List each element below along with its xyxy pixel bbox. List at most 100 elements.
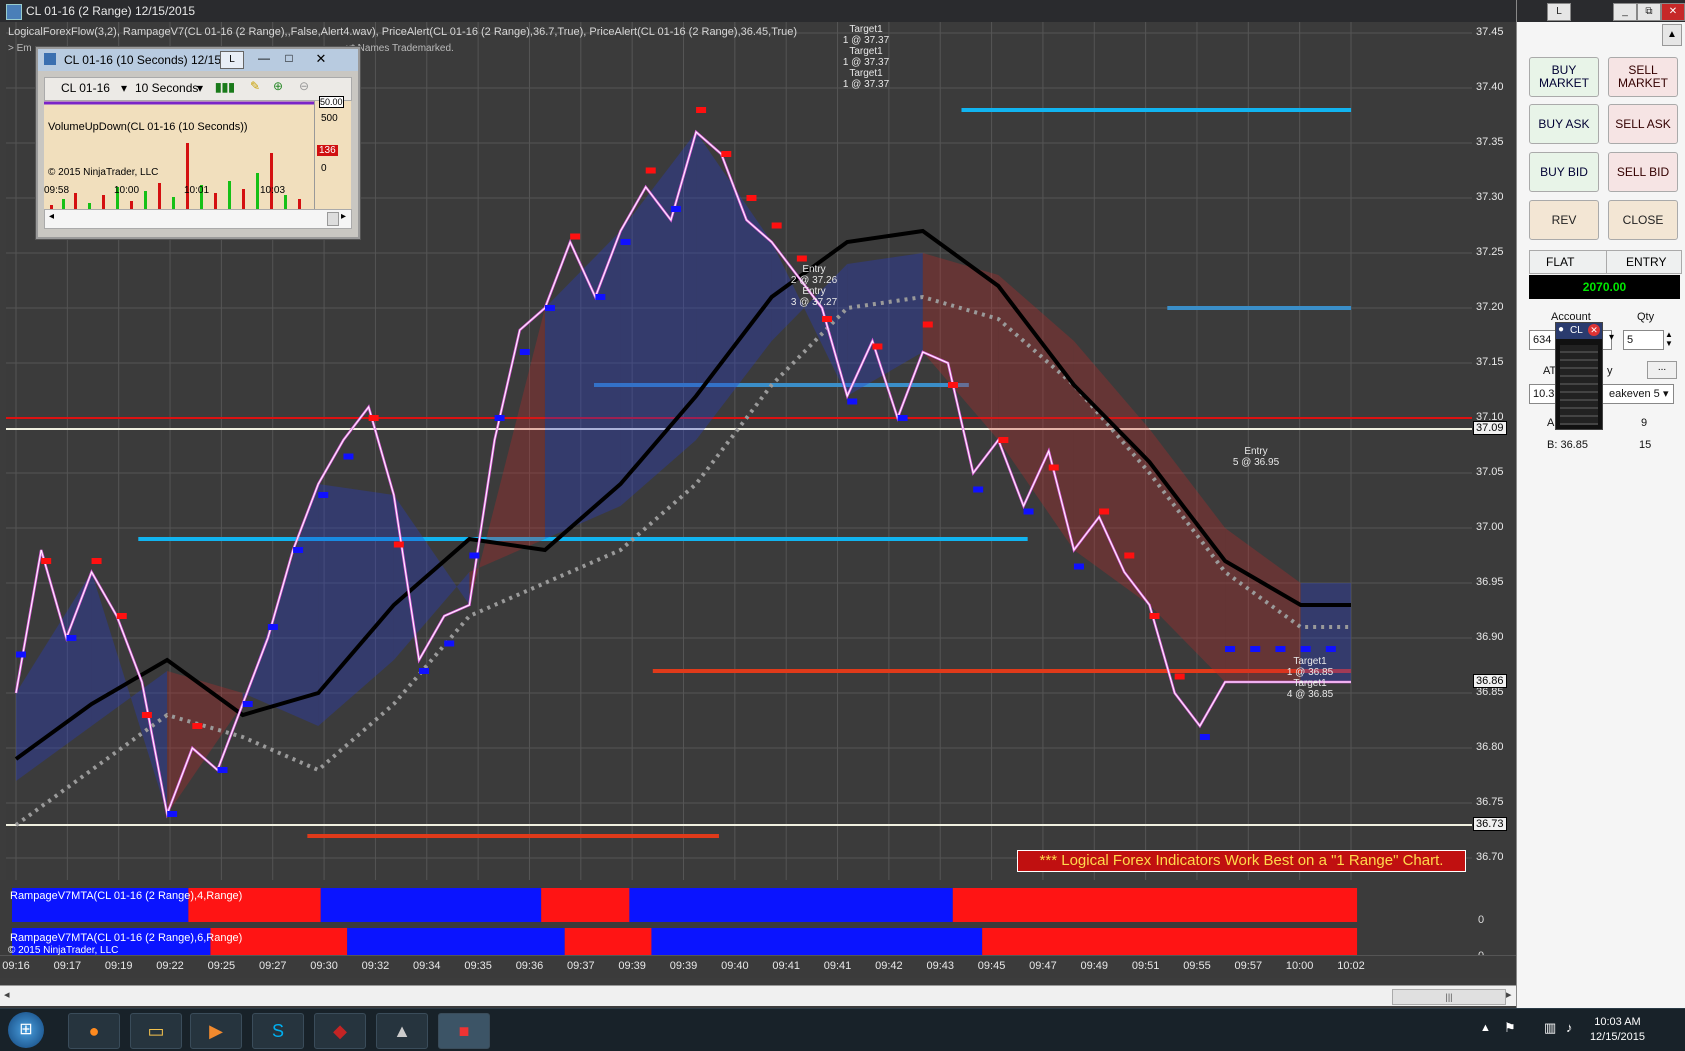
trend-dash xyxy=(822,316,833,322)
trend-dash xyxy=(393,541,404,548)
chevron-down-icon[interactable]: ▾ xyxy=(1609,332,1614,343)
info-banner: *** Logical Forex Indicators Work Best o… xyxy=(1017,850,1466,872)
trade-annotation: Entry xyxy=(802,286,825,297)
trend-dash xyxy=(872,343,883,350)
chevron-down-icon[interactable]: ▾ xyxy=(1663,385,1669,403)
scroll-right-icon[interactable]: ▸ xyxy=(1506,988,1512,1001)
maximize-icon[interactable]: □ xyxy=(278,51,300,67)
file-explorer-icon[interactable]: ▭ xyxy=(130,1013,182,1049)
price-axis[interactable]: 37.45 37.40 37.35 37.30 37.25 37.20 37.15 37.10… xyxy=(1472,22,1516,880)
atm-value: 10.3 xyxy=(1533,388,1555,400)
trade-annotation: Target1 xyxy=(849,24,883,35)
qty-stepper-icon[interactable]: ▲ ▼ xyxy=(1665,330,1673,348)
firefox-icon[interactable]: ● xyxy=(68,1013,120,1049)
buy-market-button[interactable]: BUY MARKET xyxy=(1529,57,1599,97)
clock-time: 10:03 AM xyxy=(1594,1016,1641,1028)
chevron-down-icon[interactable]: ▾ xyxy=(197,81,203,95)
app-icon-red[interactable]: ◆ xyxy=(314,1013,366,1049)
close-icon[interactable]: ✕ xyxy=(1588,324,1600,336)
taskbar-clock[interactable]: 10:03 AM 12/15/2015 xyxy=(1590,1015,1645,1045)
trend-dash xyxy=(922,321,933,328)
ribbon-fill xyxy=(91,572,168,814)
time-tick-label: 09:39 xyxy=(669,960,698,972)
trend-dash xyxy=(1073,563,1084,570)
trend-dash xyxy=(771,222,782,229)
time-tick-label: 09:27 xyxy=(258,960,287,972)
mini-chart-window[interactable]: CL 01-16 (10 Seconds) 12/15 L — □ ✕ CL 0… xyxy=(36,47,360,239)
chart-style-icon[interactable]: ▮▮▮ xyxy=(215,80,235,94)
popup-widget[interactable]: ● CL ✕ xyxy=(1555,322,1603,430)
popup-list xyxy=(1560,345,1598,425)
scroll-right-icon[interactable]: ▸ xyxy=(341,211,346,222)
volume-icon[interactable]: ♪ xyxy=(1566,1020,1573,1035)
tray-expand-icon[interactable]: ▲ xyxy=(1480,1022,1491,1034)
zoom-in-icon[interactable]: ⊕ xyxy=(273,79,283,93)
trend-dash xyxy=(1099,508,1110,515)
qty-input[interactable]: 5 xyxy=(1623,330,1664,350)
trend-dash xyxy=(519,349,530,355)
atm-options-button[interactable]: ... xyxy=(1647,361,1677,379)
interval-selector[interactable]: 10 Seconds xyxy=(135,81,198,95)
buy-ask-button[interactable]: BUY ASK xyxy=(1529,104,1599,144)
trend-dash xyxy=(973,486,984,493)
instrument-selector[interactable]: CL 01-16 xyxy=(61,81,110,95)
chevron-down-icon[interactable]: ▾ xyxy=(121,81,127,95)
start-button-icon[interactable]: ⊞ xyxy=(8,1012,44,1048)
flag-icon[interactable]: ⚑ xyxy=(1504,1020,1516,1036)
trend-dash xyxy=(1149,613,1160,619)
mini-last-value: 136 xyxy=(317,145,338,156)
zoom-out-icon[interactable]: ⊖ xyxy=(299,79,309,93)
reverse-button[interactable]: REV xyxy=(1529,200,1599,240)
price-tick-label: 36.70 xyxy=(1476,851,1504,863)
buy-bid-button[interactable]: BUY BID xyxy=(1529,152,1599,192)
price-tick-label: 37.35 xyxy=(1476,136,1504,148)
time-tick-label: 09:36 xyxy=(515,960,544,972)
mini-chart-scrollbar[interactable]: ◂ ▸ xyxy=(44,209,352,229)
time-axis[interactable]: 09:16 09:17 09:19 09:22 09:25 09:27 09:30 09:32… xyxy=(0,955,1516,978)
horizontal-scrollbar[interactable]: ◂ ||| ▸ xyxy=(0,985,1516,1006)
time-tick-label: 09:49 xyxy=(1080,960,1109,972)
price-tick-label: 36.80 xyxy=(1476,741,1504,753)
restore-button[interactable]: ⧉ xyxy=(1637,3,1661,21)
scroll-left-icon[interactable]: ◂ xyxy=(4,988,10,1001)
trend-dash xyxy=(368,415,379,421)
price-tick-label: 37.25 xyxy=(1476,246,1504,258)
sell-ask-button[interactable]: SELL ASK xyxy=(1608,104,1678,144)
time-tick-label: 09:51 xyxy=(1131,960,1160,972)
ninjatrader-icon xyxy=(6,4,22,20)
skype-icon[interactable]: S xyxy=(252,1013,304,1049)
close-icon[interactable]: ✕ xyxy=(310,51,332,67)
sell-market-button[interactable]: SELL MARKET xyxy=(1608,57,1678,97)
subpanel-block xyxy=(952,888,1358,922)
trend-dash xyxy=(242,701,253,707)
trade-annotation-detail: 5 @ 36.95 xyxy=(1233,457,1280,468)
time-tick-label: 09:17 xyxy=(53,960,82,972)
media-player-icon[interactable]: ▶ xyxy=(190,1013,242,1049)
trend-dash xyxy=(1275,646,1286,652)
bid-qty: 15 xyxy=(1639,439,1652,451)
trade-annotation-detail: 2 @ 37.26 xyxy=(791,275,838,286)
scroll-thumb[interactable]: ||| xyxy=(1392,989,1506,1005)
chevron-up-icon[interactable]: ▲ xyxy=(1662,24,1682,46)
close-button[interactable]: ✕ xyxy=(1661,3,1685,21)
mini-scroll-thumb[interactable] xyxy=(327,212,339,226)
close-position-button[interactable]: CLOSE xyxy=(1608,200,1678,240)
time-tick-label: 09:43 xyxy=(926,960,954,972)
pencil-icon[interactable]: ✎ xyxy=(250,79,260,93)
ninjatrader-taskbar-icon[interactable]: ▲ xyxy=(376,1013,428,1049)
trade-annotation: Entry xyxy=(802,264,825,275)
minimize-icon[interactable]: — xyxy=(253,51,275,67)
mini-chart-axis: 50.00 500 136 0 xyxy=(314,96,351,221)
subpanel-block xyxy=(982,928,1358,962)
minimize-button[interactable]: _ xyxy=(1613,3,1637,21)
active-chart-taskbar-icon[interactable]: ■ xyxy=(438,1013,490,1049)
network-icon[interactable]: ▥ xyxy=(1544,1020,1556,1036)
position-status: FLAT xyxy=(1546,255,1575,269)
trade-annotation: Target1 xyxy=(1293,678,1327,689)
price-tick-label: 37.05 xyxy=(1476,466,1504,478)
trend-dash xyxy=(1199,734,1210,740)
mini-chart-l-button[interactable]: L xyxy=(220,51,244,69)
scroll-left-icon[interactable]: ◂ xyxy=(49,211,54,222)
sell-bid-button[interactable]: SELL BID xyxy=(1608,152,1678,192)
l-button[interactable]: L xyxy=(1547,3,1571,21)
